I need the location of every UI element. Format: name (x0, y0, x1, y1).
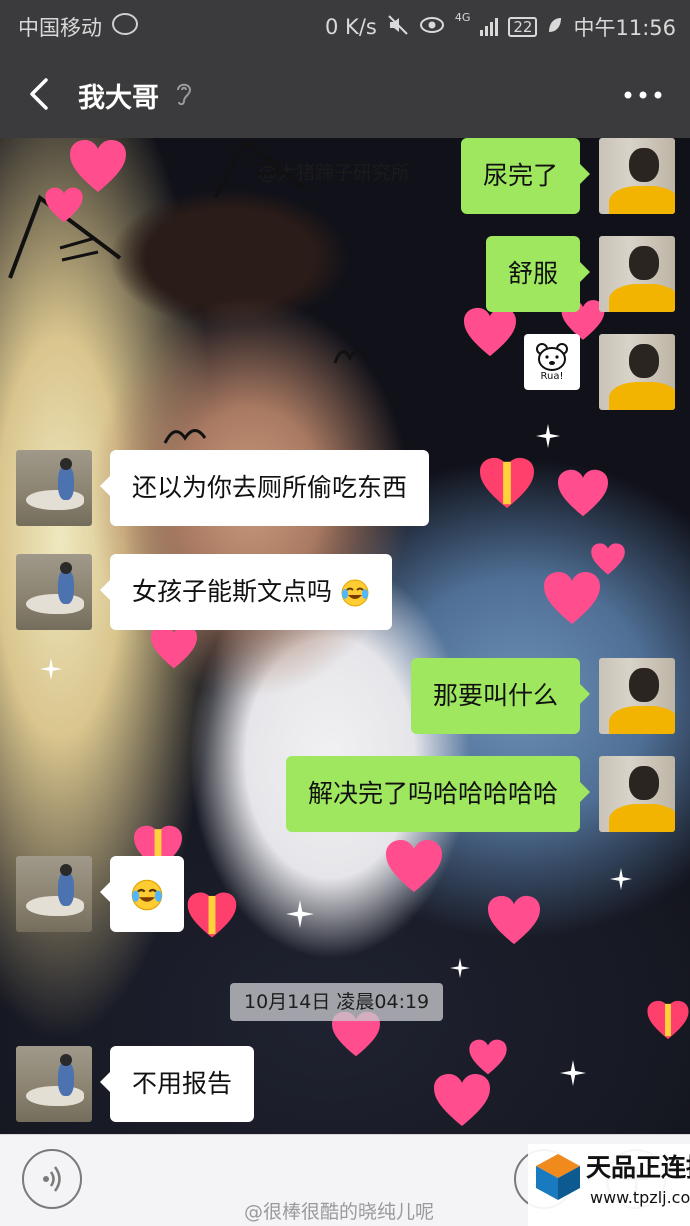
chat-area[interactable]: @大猪蹄子研究所 尿完了 舒服 Rua! 还以为你去厕所偷吃东西 女孩子能斯文点… (0, 138, 690, 1134)
my-avatar[interactable] (599, 236, 675, 312)
brand-name: 天品正连接 (586, 1153, 690, 1182)
message-bubble-received[interactable] (100, 856, 184, 932)
heart-gift-sticker-icon (480, 457, 534, 509)
voice-icon (43, 1166, 61, 1192)
brand-logo-icon (536, 1154, 580, 1200)
message-bubble-received[interactable]: 还以为你去厕所偷吃东西 (99, 450, 430, 526)
message-bubble-sent[interactable]: 尿完了 (460, 138, 591, 214)
message-text: 还以为你去厕所偷吃东西 (132, 473, 408, 502)
brand-url: www.tpzlj.com (590, 1188, 690, 1207)
voice-button[interactable] (22, 1149, 82, 1209)
wechat-notification-icon (112, 13, 138, 35)
whisker-doodle-2-icon (333, 349, 368, 364)
message-text: 女孩子能斯文点吗 (132, 577, 333, 606)
contact-avatar[interactable] (16, 856, 92, 932)
my-avatar[interactable] (599, 756, 675, 832)
heart-gift-sticker-icon (187, 892, 237, 938)
sparkle-icon (610, 868, 632, 890)
heart-sticker-icon (434, 1074, 490, 1126)
contact-avatar[interactable] (16, 554, 92, 630)
heart-sticker-icon (558, 469, 608, 517)
message-bubble-received[interactable]: 不用报告 (99, 1046, 255, 1122)
message-text: 不用报告 (132, 1069, 233, 1098)
sparkle-icon (286, 900, 314, 928)
more-icon[interactable] (618, 80, 668, 110)
bear-sticker-message[interactable]: Rua! (524, 334, 580, 390)
message-text: 那要叫什么 (432, 681, 558, 710)
clock-time: 中午11:56 (573, 16, 676, 40)
mute-icon (387, 14, 409, 41)
carrier-name: 中国移动 (18, 16, 102, 40)
my-avatar[interactable] (599, 138, 675, 214)
status-bar: 中国移动 0 K/s 4G 22 中午11:56 (0, 0, 690, 50)
crying-laughing-emoji-icon (341, 579, 369, 607)
heart-sticker-icon (488, 895, 540, 945)
signal-icon (480, 18, 499, 36)
wechat-chat-screen: 中国移动 0 K/s 4G 22 中午11:56 我大哥 @大猪蹄子研究所 尿完… (0, 0, 690, 1226)
crying-laughing-emoji-icon (131, 879, 163, 911)
weibo-watermark: @很棒很酷的晓纯儿呢 (244, 1201, 435, 1223)
chat-title: 我大哥 (78, 83, 159, 114)
sparkle-icon (450, 958, 470, 978)
heart-sticker-icon (45, 187, 83, 223)
message-bubble-sent[interactable]: 那要叫什么 (410, 658, 591, 734)
whisker-doodle-icon (163, 429, 207, 444)
message-text: 解决完了吗哈哈哈哈哈 (307, 779, 558, 808)
my-avatar[interactable] (599, 658, 675, 734)
heart-sticker-icon (469, 1039, 507, 1075)
message-bubble-sent[interactable]: 舒服 (485, 236, 591, 312)
sparkle-icon (40, 658, 62, 680)
my-avatar[interactable] (599, 334, 675, 410)
heart-sticker-icon (386, 840, 442, 892)
contact-avatar[interactable] (16, 1046, 92, 1122)
network-speed: 0 K/s (325, 15, 377, 39)
eye-icon (419, 15, 445, 39)
brand-watermark: 天品正连接 www.tpzlj.com (528, 1144, 690, 1226)
heart-sticker-icon (544, 572, 600, 624)
network-type: 4G (454, 11, 471, 24)
ear-icon (177, 83, 192, 106)
heart-gift-sticker-icon (647, 1000, 689, 1040)
heart-sticker-icon (151, 625, 197, 669)
sparkle-icon (536, 424, 560, 448)
heart-sticker-icon (464, 307, 516, 357)
message-text: 尿完了 (482, 161, 558, 190)
cat-ear-doodle-right-icon (213, 138, 307, 199)
sticker-text: Rua! (540, 370, 564, 382)
battery-level: 22 (508, 17, 538, 37)
leaf-icon (547, 15, 563, 39)
message-text: 舒服 (507, 259, 558, 288)
chat-header: 我大哥 (0, 50, 690, 138)
message-timestamp: 10月14日 凌晨04:19 (230, 983, 444, 1021)
message-bubble-received[interactable]: 女孩子能斯文点吗 (100, 554, 392, 630)
contact-avatar[interactable] (16, 450, 92, 526)
sparkle-icon (560, 1060, 586, 1086)
message-bubble-sent[interactable]: 解决完了吗哈哈哈哈哈 (285, 756, 591, 832)
bear-face-icon (536, 342, 568, 371)
back-arrow-icon[interactable] (22, 72, 62, 116)
